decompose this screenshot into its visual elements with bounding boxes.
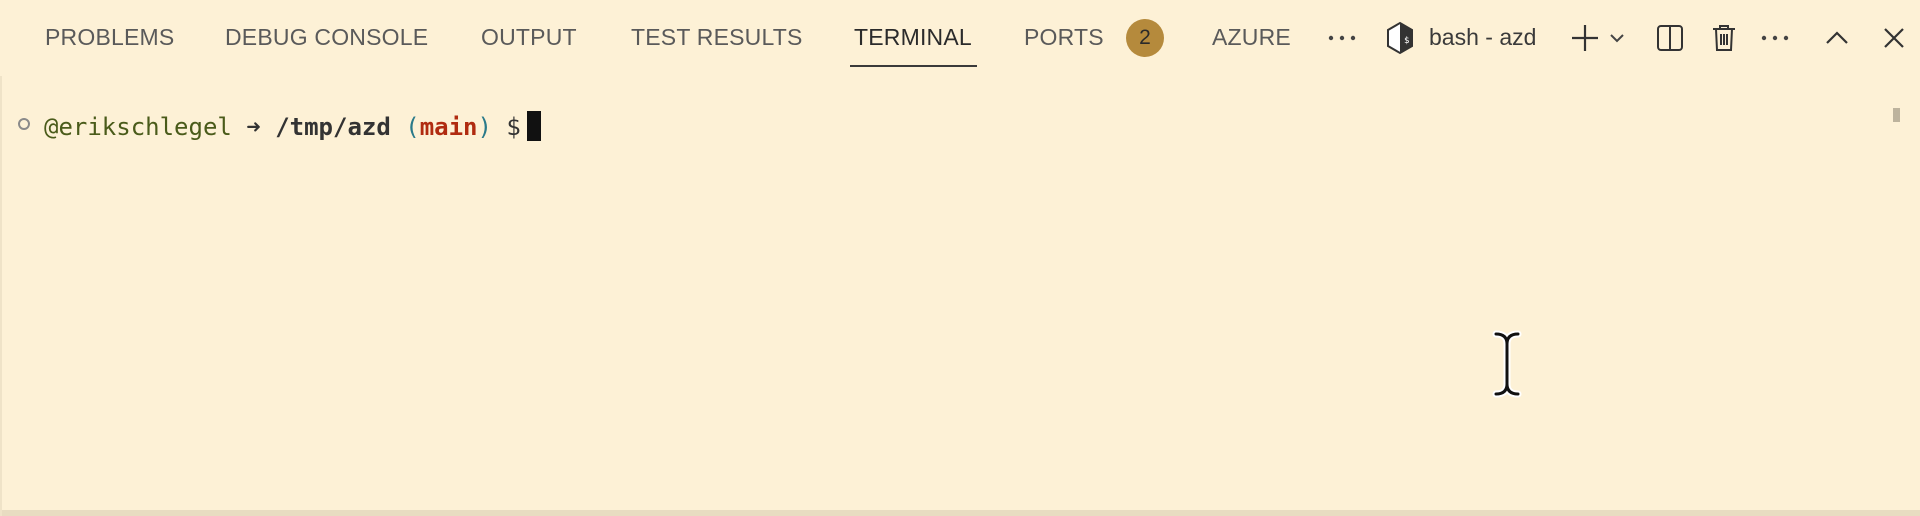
- text-cursor: [526, 111, 541, 141]
- terminal-panel: PROBLEMS DEBUG CONSOLE OUTPUT TEST RESUL…: [0, 0, 1920, 516]
- tab-test-results[interactable]: TEST RESULTS: [631, 24, 803, 51]
- maximize-panel-button[interactable]: [1819, 18, 1855, 58]
- prompt-path: /tmp/azd: [275, 113, 391, 141]
- prompt-arrow: ➜: [246, 113, 261, 141]
- terminal-selector-button[interactable]: $: [1383, 18, 1417, 58]
- prompt-open-paren: (: [405, 113, 420, 141]
- bash-shell-icon: $: [1387, 21, 1413, 55]
- terminal-prompt-line: @erikschlegel ➜ /tmp/azd (main) $: [44, 111, 541, 142]
- terminal-selector-label[interactable]: bash - azd: [1429, 24, 1536, 51]
- kill-terminal-button[interactable]: [1706, 18, 1742, 58]
- new-terminal-button[interactable]: [1567, 18, 1603, 58]
- prompt-user: @erikschlegel: [44, 113, 232, 141]
- close-panel-button[interactable]: [1876, 18, 1912, 58]
- ellipsis-icon: [1328, 35, 1356, 41]
- tab-problems[interactable]: PROBLEMS: [45, 24, 174, 51]
- terminal-profile-dropdown[interactable]: [1604, 18, 1630, 58]
- prompt-symbol: $: [506, 113, 521, 141]
- tab-terminal[interactable]: TERMINAL: [854, 24, 972, 51]
- ports-count-badge: 2: [1126, 19, 1164, 57]
- tab-ports[interactable]: PORTS: [1024, 24, 1104, 51]
- active-tab-indicator: [850, 65, 977, 67]
- svg-text:$: $: [1404, 36, 1409, 46]
- split-terminal-button[interactable]: [1652, 18, 1688, 58]
- split-editor-icon: [1657, 25, 1683, 51]
- prompt-git-branch: main: [419, 113, 478, 141]
- plus-icon: [1572, 25, 1598, 51]
- chevron-down-icon: [1610, 34, 1624, 43]
- ellipsis-icon: [1761, 35, 1789, 41]
- ibeam-cursor-icon: [1492, 330, 1522, 398]
- trash-icon: [1713, 25, 1735, 51]
- terminal-scrollbar[interactable]: [1893, 108, 1900, 122]
- panel-tab-bar: PROBLEMS DEBUG CONSOLE OUTPUT TEST RESUL…: [0, 0, 1920, 76]
- close-icon: [1884, 28, 1904, 48]
- tab-output[interactable]: OUTPUT: [481, 24, 577, 51]
- tab-debug-console[interactable]: DEBUG CONSOLE: [225, 24, 428, 51]
- tab-azure[interactable]: AZURE: [1212, 24, 1291, 51]
- command-decoration-icon[interactable]: [18, 118, 30, 130]
- terminal-viewport[interactable]: @erikschlegel ➜ /tmp/azd (main) $: [0, 76, 1900, 504]
- prompt-close-paren: ): [477, 113, 492, 141]
- more-tabs-button[interactable]: [1324, 18, 1360, 58]
- more-actions-button[interactable]: [1757, 18, 1793, 58]
- chevron-up-icon: [1826, 31, 1848, 44]
